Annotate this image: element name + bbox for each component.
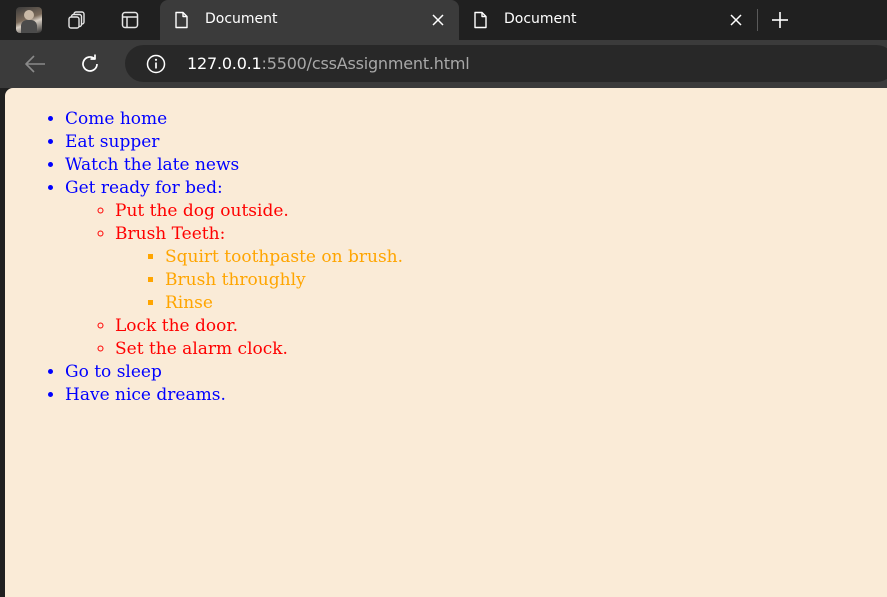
close-icon <box>432 14 444 26</box>
list-item: Have nice dreams. <box>65 384 403 407</box>
list-item: Set the alarm clock. <box>115 338 403 361</box>
reload-icon <box>82 54 98 72</box>
list-item: Squirt toothpaste on brush. <box>165 246 403 269</box>
list-item: Come home <box>65 108 403 131</box>
list-item-label: Get ready for bed: <box>65 178 223 198</box>
tab-actions-button[interactable] <box>114 5 146 35</box>
page-icon <box>175 11 188 29</box>
list-item: Rinse <box>165 292 403 315</box>
tab-title: Document <box>205 11 278 27</box>
address-bar[interactable]: 127.0.0.1:5500/cssAssignment.html <box>125 45 887 82</box>
list-item: Brush throughly <box>165 269 403 292</box>
new-tab-button[interactable] <box>766 6 794 34</box>
bedtime-sublist: Put the dog outside. Brush Teeth: Squirt… <box>65 200 403 361</box>
tab-close-button[interactable] <box>727 11 745 29</box>
list-item: Watch the late news <box>65 154 403 177</box>
tab-document-active[interactable]: Document <box>160 0 459 40</box>
info-icon <box>146 54 166 74</box>
tab-actions-icon <box>121 11 139 29</box>
back-button[interactable] <box>20 50 50 78</box>
list-item: Brush Teeth: Squirt toothpaste on brush.… <box>115 223 403 315</box>
todo-list: Come home Eat supper Watch the late news… <box>5 108 403 407</box>
url-path: :5500/cssAssignment.html <box>261 54 470 73</box>
tab-strip: Document Document <box>0 0 887 40</box>
back-arrow-icon <box>25 55 45 73</box>
tab-close-button[interactable] <box>429 11 447 29</box>
site-info-button[interactable] <box>145 53 167 75</box>
plus-icon <box>772 12 788 28</box>
url-host: 127.0.0.1 <box>187 54 262 73</box>
list-item-label: Brush Teeth: <box>115 224 226 244</box>
teeth-sublist: Squirt toothpaste on brush. Brush throug… <box>115 246 403 315</box>
browser-toolbar: 127.0.0.1:5500/cssAssignment.html <box>0 40 887 88</box>
tab-document[interactable]: Document <box>459 0 757 40</box>
workspaces-icon <box>68 11 85 29</box>
tab-title: Document <box>504 11 577 27</box>
page-icon <box>474 11 487 29</box>
list-item: Go to sleep <box>65 361 403 384</box>
tab-separator <box>757 9 758 31</box>
list-item: Put the dog outside. <box>115 200 403 223</box>
close-icon <box>730 14 742 26</box>
reload-button[interactable] <box>75 50 105 78</box>
workspaces-button[interactable] <box>61 5 93 35</box>
page-viewport: Come home Eat supper Watch the late news… <box>5 88 887 597</box>
list-item: Lock the door. <box>115 315 403 338</box>
list-item: Eat supper <box>65 131 403 154</box>
list-item: Get ready for bed: Put the dog outside. … <box>65 177 403 361</box>
profile-button[interactable] <box>13 5 45 35</box>
profile-avatar <box>16 7 42 33</box>
url-text[interactable]: 127.0.0.1:5500/cssAssignment.html <box>187 54 470 73</box>
